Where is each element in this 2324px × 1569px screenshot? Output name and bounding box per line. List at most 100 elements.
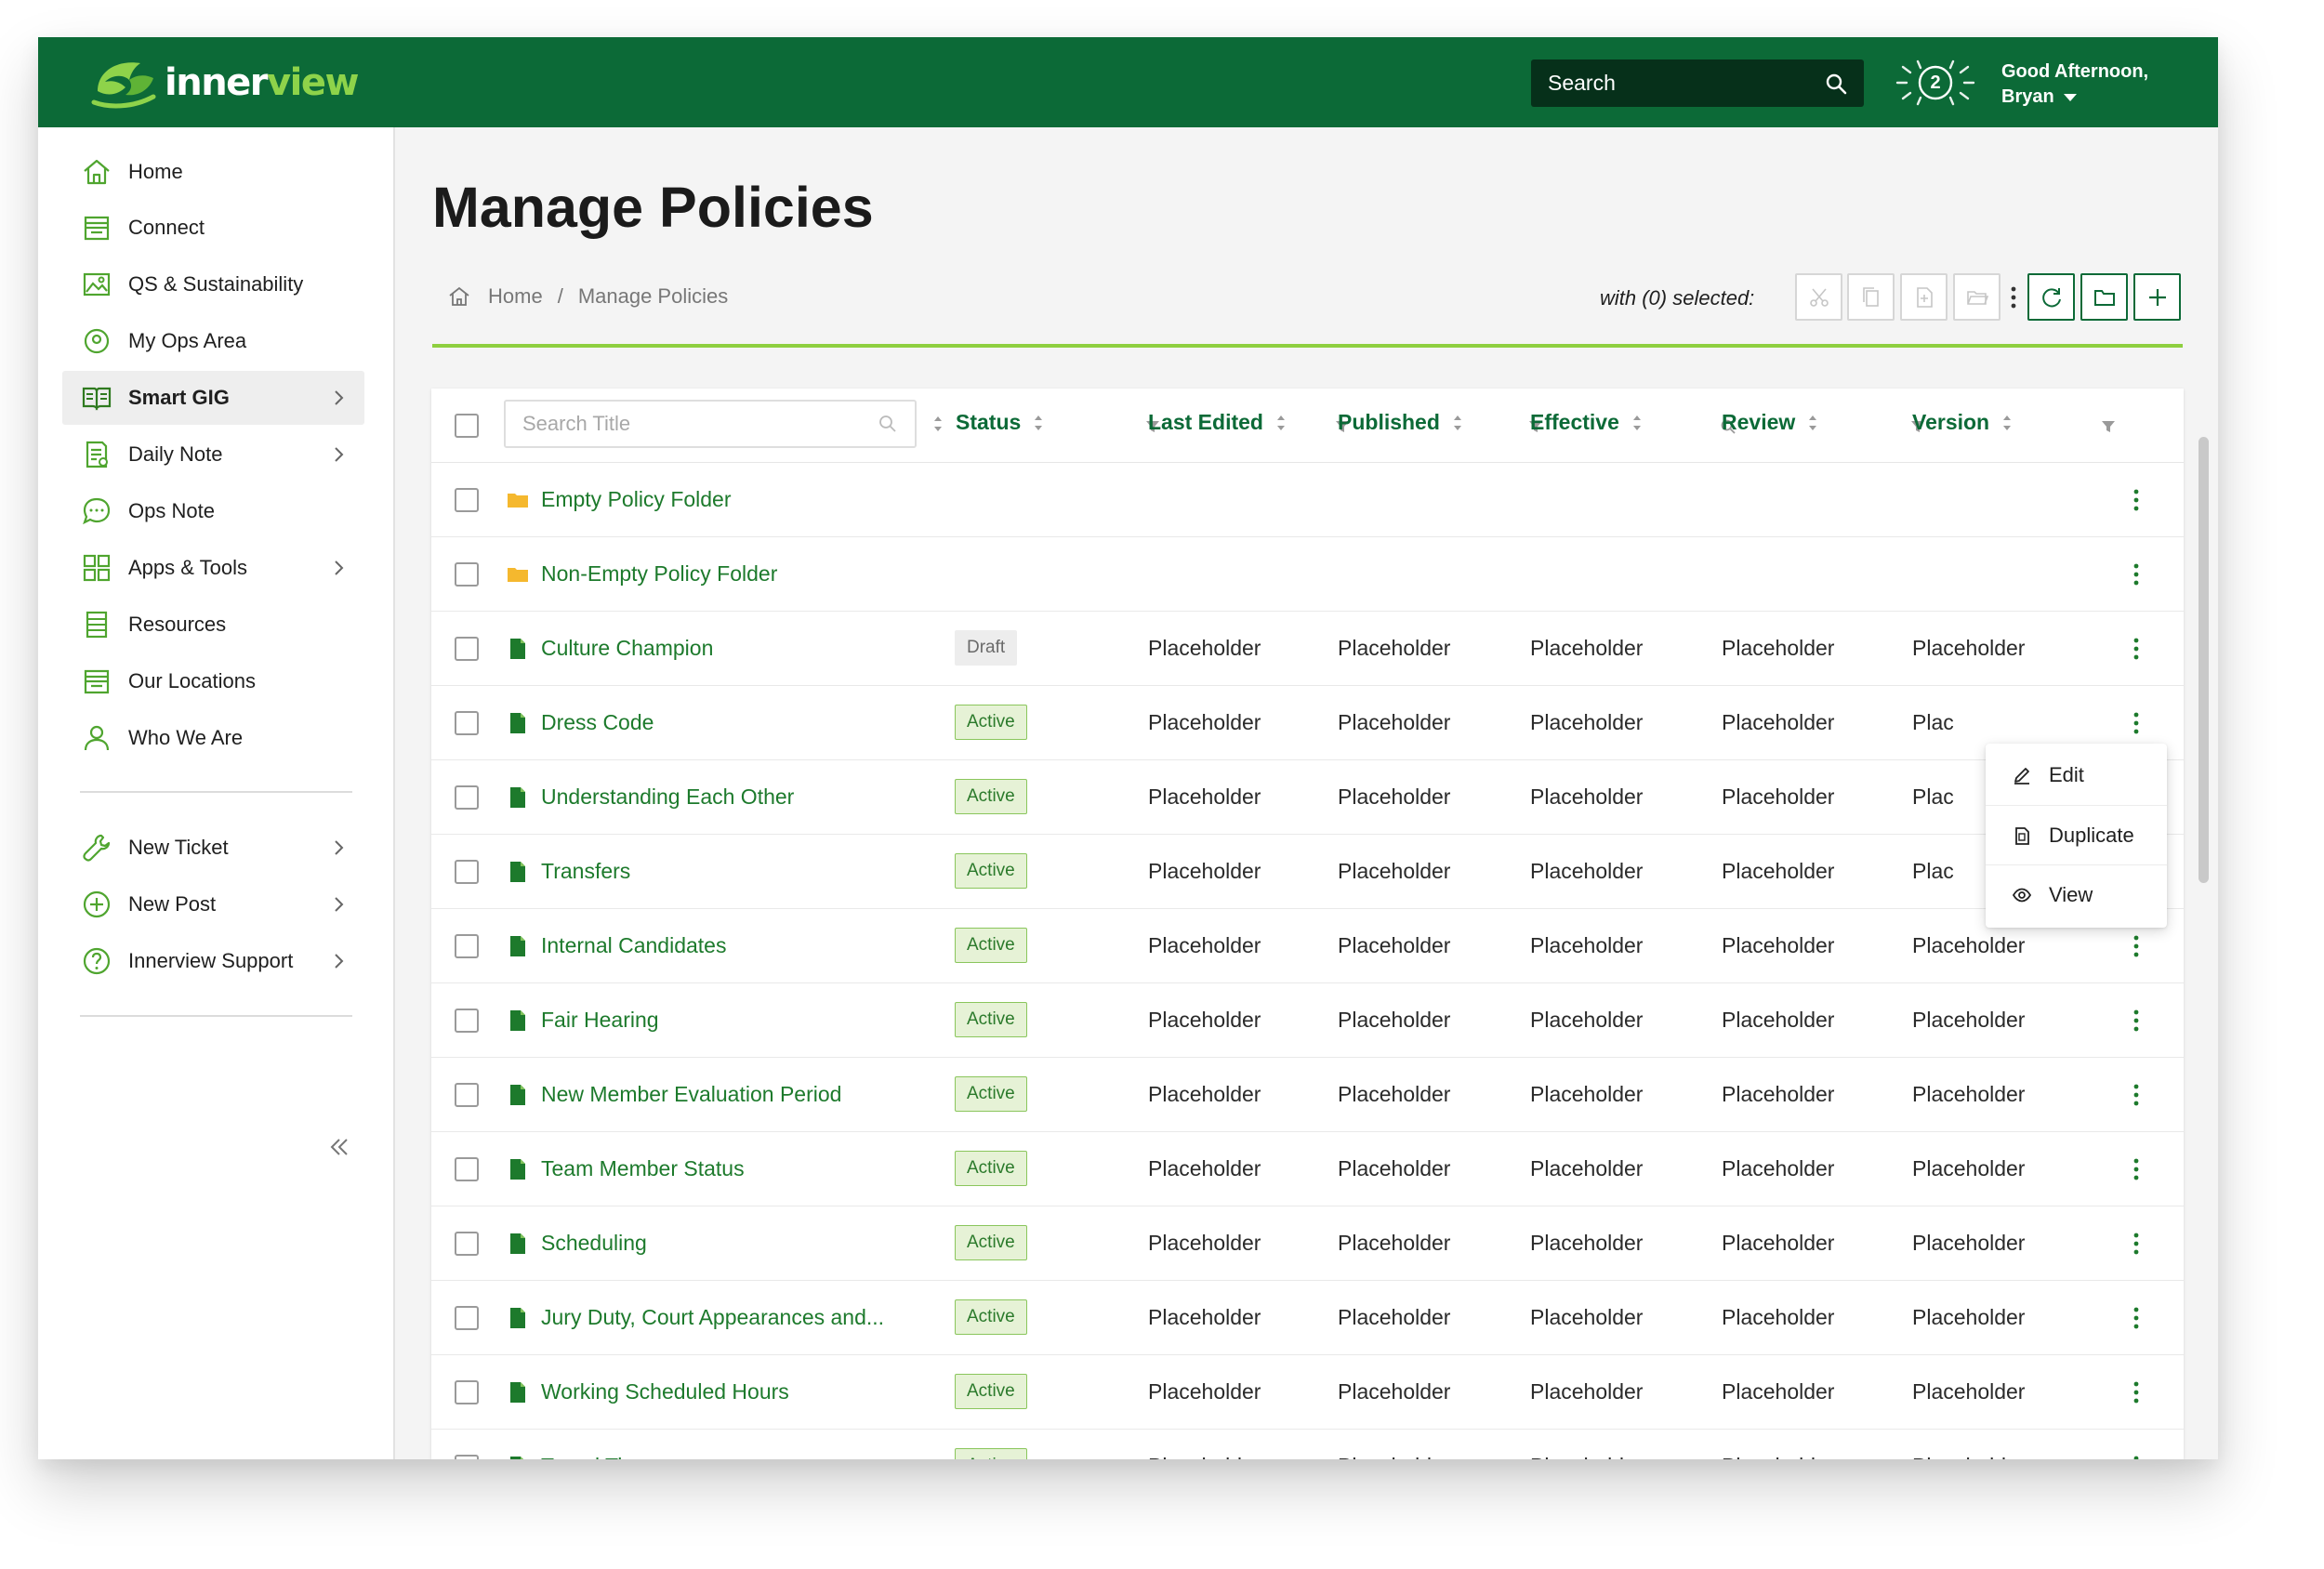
policy-title-link[interactable]: Jury Duty, Court Appearances and... — [541, 1305, 884, 1330]
row-checkbox[interactable] — [455, 1083, 479, 1107]
context-menu-duplicate[interactable]: Duplicate — [1986, 805, 2167, 864]
home-icon[interactable] — [447, 284, 471, 309]
table-row[interactable]: Non-Empty Policy Folder — [431, 537, 2184, 612]
policy-title-link[interactable]: Team Member Status — [541, 1156, 745, 1181]
sort-icon[interactable] — [931, 414, 944, 434]
sidebar-item-ops-note[interactable]: Ops Note — [62, 484, 364, 538]
row-checkbox[interactable] — [455, 934, 479, 958]
sidebar-item-resources[interactable]: Resources — [62, 598, 364, 652]
sidebar-item-who-we-are[interactable]: Who We Are — [62, 711, 364, 765]
row-checkbox[interactable] — [455, 562, 479, 587]
column-header-review[interactable]: Review — [1722, 410, 1819, 435]
table-row[interactable]: Transfers Active Placeholder Placeholder Pla… — [431, 835, 2184, 909]
title-search-input[interactable] — [522, 412, 878, 436]
row-actions-icon[interactable] — [2133, 1379, 2140, 1405]
row-checkbox[interactable] — [455, 785, 479, 810]
innerview-logo[interactable]: innerview — [88, 52, 359, 113]
policy-title-link[interactable]: Travel Time — [541, 1454, 652, 1459]
move-to-folder-button[interactable] — [1953, 273, 2000, 321]
table-row[interactable]: Working Scheduled Hours Active Placeholder… — [431, 1355, 2184, 1430]
sidebar-item-new-ticket[interactable]: New Ticket — [62, 821, 364, 875]
row-actions-icon[interactable] — [2133, 1082, 2140, 1108]
breadcrumb-home[interactable]: Home — [488, 284, 543, 309]
context-menu-edit[interactable]: Edit — [1986, 745, 2167, 805]
new-folder-button[interactable] — [2080, 273, 2128, 321]
row-checkbox[interactable] — [455, 1380, 479, 1404]
table-row[interactable]: Jury Duty, Court Appearances and... Activ… — [431, 1281, 2184, 1355]
row-actions-icon[interactable] — [2133, 933, 2140, 959]
add-policy-button[interactable] — [2133, 273, 2181, 321]
row-actions-icon[interactable] — [2133, 561, 2140, 587]
row-checkbox[interactable] — [455, 1232, 479, 1256]
row-checkbox[interactable] — [455, 1455, 479, 1459]
user-greeting[interactable]: Good Afternoon, Bryan — [2001, 59, 2148, 110]
policy-title-link[interactable]: Working Scheduled Hours — [541, 1379, 789, 1404]
row-checkbox[interactable] — [455, 711, 479, 735]
row-actions-icon[interactable] — [2133, 1156, 2140, 1182]
scrollbar-thumb[interactable] — [2199, 437, 2209, 883]
more-vertical-icon[interactable] — [2010, 284, 2017, 310]
sort-icon[interactable] — [1631, 413, 1644, 433]
sidebar-item-new-post[interactable]: New Post — [62, 877, 364, 931]
row-actions-icon[interactable] — [2133, 1008, 2140, 1034]
policy-title-link[interactable]: Transfers — [541, 859, 630, 884]
policy-title-link[interactable]: Understanding Each Other — [541, 784, 794, 810]
policy-title-link[interactable]: Empty Policy Folder — [541, 487, 732, 512]
sidebar-item-daily-note[interactable]: Daily Note — [62, 428, 364, 481]
row-actions-icon[interactable] — [2133, 710, 2140, 736]
refresh-button[interactable] — [2027, 273, 2075, 321]
sidebar-item-home[interactable]: Home — [62, 145, 364, 199]
column-header-version[interactable]: Version — [1912, 410, 2014, 435]
global-search[interactable]: Search — [1531, 59, 1864, 107]
row-checkbox[interactable] — [455, 1009, 479, 1033]
row-checkbox[interactable] — [455, 860, 479, 884]
row-actions-icon[interactable] — [2133, 636, 2140, 662]
table-row[interactable]: New Member Evaluation Period Active Placeh… — [431, 1058, 2184, 1132]
sidebar-item-smart-gig[interactable]: Smart GIG — [62, 371, 364, 425]
table-row[interactable]: Internal Candidates Active Placeholder Plac… — [431, 909, 2184, 983]
title-search-field[interactable] — [504, 400, 917, 448]
filter-icon[interactable] — [2101, 420, 2116, 433]
row-actions-icon[interactable] — [2133, 1305, 2140, 1331]
table-row[interactable]: Dress Code Active Placeholder Placeholder Pl… — [431, 686, 2184, 760]
policy-title-link[interactable]: Culture Champion — [541, 636, 713, 661]
table-row[interactable]: Fair Hearing Active Placeholder Placeholder… — [431, 983, 2184, 1058]
column-header-published[interactable]: Published — [1338, 410, 1464, 435]
table-row[interactable]: Understanding Each Other Active Placeholde… — [431, 760, 2184, 835]
row-checkbox[interactable] — [455, 488, 479, 512]
row-actions-icon[interactable] — [2133, 1231, 2140, 1257]
collapse-sidebar-icon[interactable] — [326, 1134, 352, 1160]
paste-button[interactable] — [1900, 273, 1948, 321]
row-actions-icon[interactable] — [2133, 1454, 2140, 1459]
notification-bell[interactable]: 2 — [1894, 58, 1977, 108]
cut-button[interactable] — [1795, 273, 1842, 321]
column-header-status[interactable]: Status — [956, 410, 1045, 435]
table-row[interactable]: Team Member Status Active Placeholder Place… — [431, 1132, 2184, 1206]
sort-icon[interactable] — [1806, 413, 1819, 433]
sort-icon[interactable] — [1451, 413, 1464, 433]
sidebar-item-my-ops-area[interactable]: My Ops Area — [62, 314, 364, 368]
column-header-effective[interactable]: Effective — [1530, 410, 1644, 435]
policy-title-link[interactable]: Scheduling — [541, 1231, 647, 1256]
policy-title-link[interactable]: Non-Empty Policy Folder — [541, 561, 777, 587]
policy-title-link[interactable]: Internal Candidates — [541, 933, 726, 958]
table-row[interactable]: Travel Time Active Placeholder Placeholder P… — [431, 1430, 2184, 1459]
row-checkbox[interactable] — [455, 637, 479, 661]
sidebar-item-innerview-support[interactable]: Innerview Support — [62, 934, 364, 988]
sidebar-item-our-locations[interactable]: Our Locations — [62, 654, 364, 708]
sort-icon[interactable] — [1032, 413, 1045, 433]
row-checkbox[interactable] — [455, 1306, 479, 1330]
row-actions-icon[interactable] — [2133, 487, 2140, 513]
sort-icon[interactable] — [1274, 413, 1287, 433]
search-icon[interactable] — [1825, 73, 1847, 95]
table-row[interactable]: Culture Champion Draft Placeholder Placehol… — [431, 612, 2184, 686]
context-menu-view[interactable]: View — [1986, 864, 2167, 924]
select-all-checkbox[interactable] — [455, 414, 479, 438]
sidebar-item-connect[interactable]: Connect — [62, 201, 364, 255]
policy-title-link[interactable]: New Member Evaluation Period — [541, 1082, 841, 1107]
policy-title-link[interactable]: Dress Code — [541, 710, 654, 735]
row-checkbox[interactable] — [455, 1157, 479, 1181]
sidebar-item-qs-sustainability[interactable]: QS & Sustainability — [62, 257, 364, 311]
copy-button[interactable] — [1847, 273, 1895, 321]
sort-icon[interactable] — [2000, 413, 2014, 433]
